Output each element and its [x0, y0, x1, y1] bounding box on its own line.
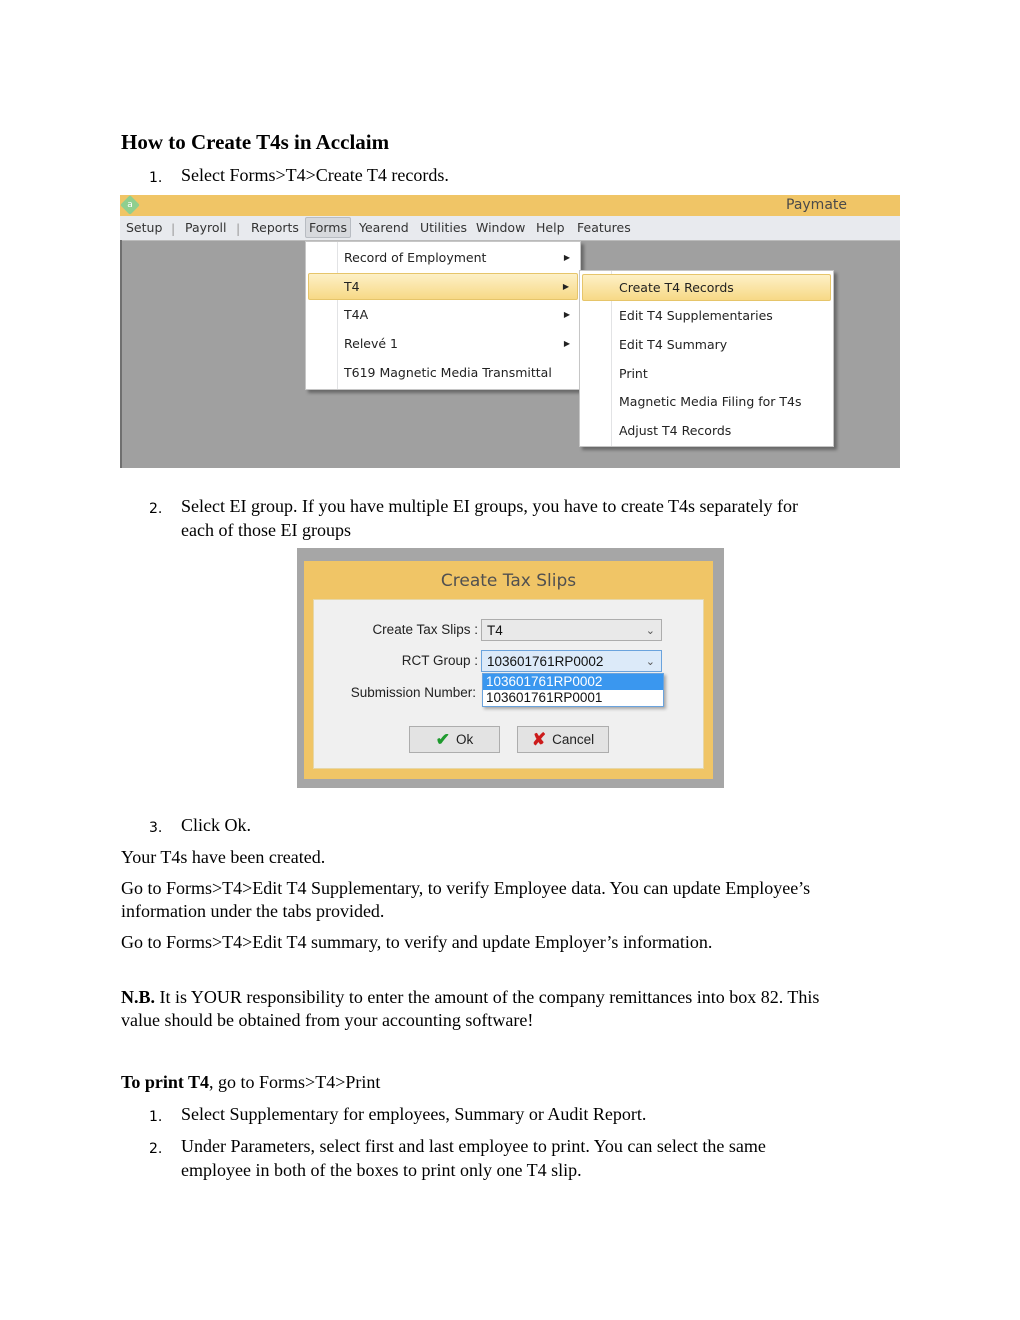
step-number: 3. — [149, 820, 163, 836]
cancel-button[interactable]: ✘ Cancel — [517, 726, 609, 753]
t4-menu-item-edit-supplementaries[interactable]: Edit T4 Supplementaries — [582, 303, 831, 328]
menu-separator: | — [236, 221, 241, 236]
menu-bar: Setup | Payroll | Reports Forms Yearend … — [120, 216, 900, 241]
menu-reports[interactable]: Reports — [251, 220, 299, 235]
step-create-3: 3. Click Ok. — [121, 814, 921, 837]
submission-number-label: Submission Number: — [350, 685, 476, 700]
menu-item-label: Record of Employment — [344, 250, 487, 265]
step-text-line2: each of those EI groups — [181, 520, 351, 540]
submenu-arrow-icon: ▶ — [562, 282, 569, 291]
menu-help[interactable]: Help — [536, 220, 565, 235]
app-titlebar: a Paymate — [120, 195, 900, 216]
created-text: Your T4s have been created. — [121, 847, 326, 867]
forms-menu-item-roe[interactable]: Record of Employment ▶ — [308, 245, 578, 270]
ok-button[interactable]: ✔ Ok — [409, 726, 500, 753]
menu-item-label: Relevé 1 — [344, 336, 398, 351]
chevron-down-icon: ⌄ — [645, 625, 655, 637]
document-title: How to Create T4s in Acclaim — [121, 130, 390, 154]
cancel-label: Cancel — [552, 732, 595, 747]
step-number: 1. — [149, 170, 163, 186]
select-value: 103601761RP0002 — [487, 654, 604, 669]
menu-item-label: T619 Magnetic Media Transmittal — [344, 365, 552, 380]
create-tax-slips-select[interactable]: T4 ⌄ — [481, 619, 662, 641]
menu-yearend[interactable]: Yearend — [359, 220, 409, 235]
rct-group-option[interactable]: 103601761RP0002 — [483, 674, 663, 690]
t4-submenu: Create T4 Records Edit T4 Supplementarie… — [579, 270, 834, 447]
t4-menu-item-create[interactable]: Create T4 Records — [582, 274, 831, 301]
menu-item-label: Edit T4 Summary — [619, 337, 728, 352]
menu-item-label: Create T4 Records — [619, 280, 734, 295]
create-tax-slips-label: Create Tax Slips : — [372, 622, 478, 637]
menu-item-label: Edit T4 Supplementaries — [619, 308, 773, 323]
step-number: 2. — [149, 501, 163, 517]
print-heading-text: , go to Forms>T4>Print — [209, 1072, 381, 1092]
edit-supplementary-line1: Go to Forms>T4>Edit T4 Supplementary, to… — [121, 878, 811, 898]
workspace-edge — [120, 240, 122, 468]
print-heading-bold: To print T4 — [121, 1072, 210, 1092]
menu-item-label: Adjust T4 Records — [619, 423, 732, 438]
step-create-1: 1. Select Forms>T4>Create T4 records. — [121, 164, 921, 187]
step-text: Click Ok. — [181, 815, 251, 835]
step-print-1: 1. Select Supplementary for employees, S… — [121, 1103, 921, 1126]
nb-note-line2: value should be obtained from your accou… — [121, 1010, 534, 1030]
menu-window[interactable]: Window — [476, 220, 525, 235]
step-number: 1. — [149, 1109, 163, 1125]
menu-setup[interactable]: Setup — [126, 220, 162, 235]
step-text-line2: employee in both of the boxes to print o… — [181, 1160, 582, 1180]
rct-group-options-list: 103601761RP0002 103601761RP0001 — [482, 673, 664, 707]
app-name: Paymate — [786, 197, 847, 213]
edit-supplementary-line2: information under the tabs provided. — [121, 901, 385, 921]
step-print-2: 2. Under Parameters, select first and la… — [121, 1135, 921, 1181]
paymate-app-screenshot: a Paymate Setup | Payroll | Reports Form… — [120, 195, 900, 468]
step-text-line1: Select EI group. If you have multiple EI… — [181, 496, 798, 516]
menu-item-label: T4 — [344, 279, 360, 294]
nb-text: It is YOUR responsibility to enter the a… — [155, 987, 820, 1007]
step-text: Select Supplementary for employees, Summ… — [181, 1104, 647, 1124]
menu-separator: | — [171, 221, 176, 236]
t4-menu-item-edit-summary[interactable]: Edit T4 Summary — [582, 332, 831, 357]
step-text: Select Forms>T4>Create T4 records. — [181, 165, 449, 185]
step-create-2: 2. Select EI group. If you have multiple… — [121, 495, 921, 541]
nb-note-line1: N.B. It is YOUR responsibility to enter … — [121, 986, 819, 1009]
forms-menu-item-t4[interactable]: T4 ▶ — [308, 273, 578, 300]
rct-group-select[interactable]: 103601761RP0002 ⌄ — [481, 650, 662, 672]
dialog-body: Create Tax Slips : T4 ⌄ RCT Group : 1036… — [313, 599, 704, 769]
step-text-line1: Under Parameters, select first and last … — [181, 1136, 766, 1156]
checkmark-icon: ✔ — [435, 730, 450, 749]
edit-summary-text: Go to Forms>T4>Edit T4 summary, to verif… — [121, 932, 713, 952]
t4-menu-item-print[interactable]: Print — [582, 361, 831, 386]
forms-menu-item-t619[interactable]: T619 Magnetic Media Transmittal — [308, 360, 578, 385]
create-tax-slips-dialog-screenshot: Create Tax Slips Create Tax Slips : T4 ⌄… — [297, 548, 724, 788]
menu-item-label: T4A — [344, 307, 369, 322]
t4-menu-item-adjust[interactable]: Adjust T4 Records — [582, 418, 831, 443]
menu-payroll[interactable]: Payroll — [185, 220, 227, 235]
dialog-title: Create Tax Slips — [440, 571, 577, 591]
ok-label: Ok — [455, 732, 474, 747]
menu-utilities[interactable]: Utilities — [420, 220, 467, 235]
t4-menu-item-magnetic-media[interactable]: Magnetic Media Filing for T4s — [582, 389, 831, 414]
chevron-down-icon: ⌄ — [645, 656, 655, 668]
app-logo-icon: a — [120, 195, 140, 215]
close-icon: ✘ — [531, 730, 547, 749]
submenu-arrow-icon: ▶ — [563, 253, 570, 262]
forms-menu-item-releve1[interactable]: Relevé 1 ▶ — [308, 331, 578, 356]
submenu-arrow-icon: ▶ — [563, 310, 570, 319]
select-value: T4 — [487, 623, 503, 638]
rct-group-option[interactable]: 103601761RP0001 — [483, 690, 663, 706]
rct-group-label: RCT Group : — [401, 653, 478, 668]
menu-item-label: Magnetic Media Filing for T4s — [619, 394, 802, 409]
menu-forms[interactable]: Forms — [305, 217, 352, 238]
submenu-arrow-icon: ▶ — [563, 339, 570, 348]
dialog-frame: Create Tax Slips Create Tax Slips : T4 ⌄… — [304, 561, 713, 779]
step-number: 2. — [149, 1141, 163, 1157]
print-heading: To print T4, go to Forms>T4>Print — [121, 1071, 380, 1094]
menu-item-label: Print — [619, 366, 648, 381]
forms-dropdown-menu: Record of Employment ▶ T4 ▶ T4A ▶ Relevé… — [305, 241, 581, 390]
forms-menu-item-t4a[interactable]: T4A ▶ — [308, 302, 578, 327]
nb-label: N.B. — [121, 987, 156, 1007]
menu-features[interactable]: Features — [577, 220, 631, 235]
